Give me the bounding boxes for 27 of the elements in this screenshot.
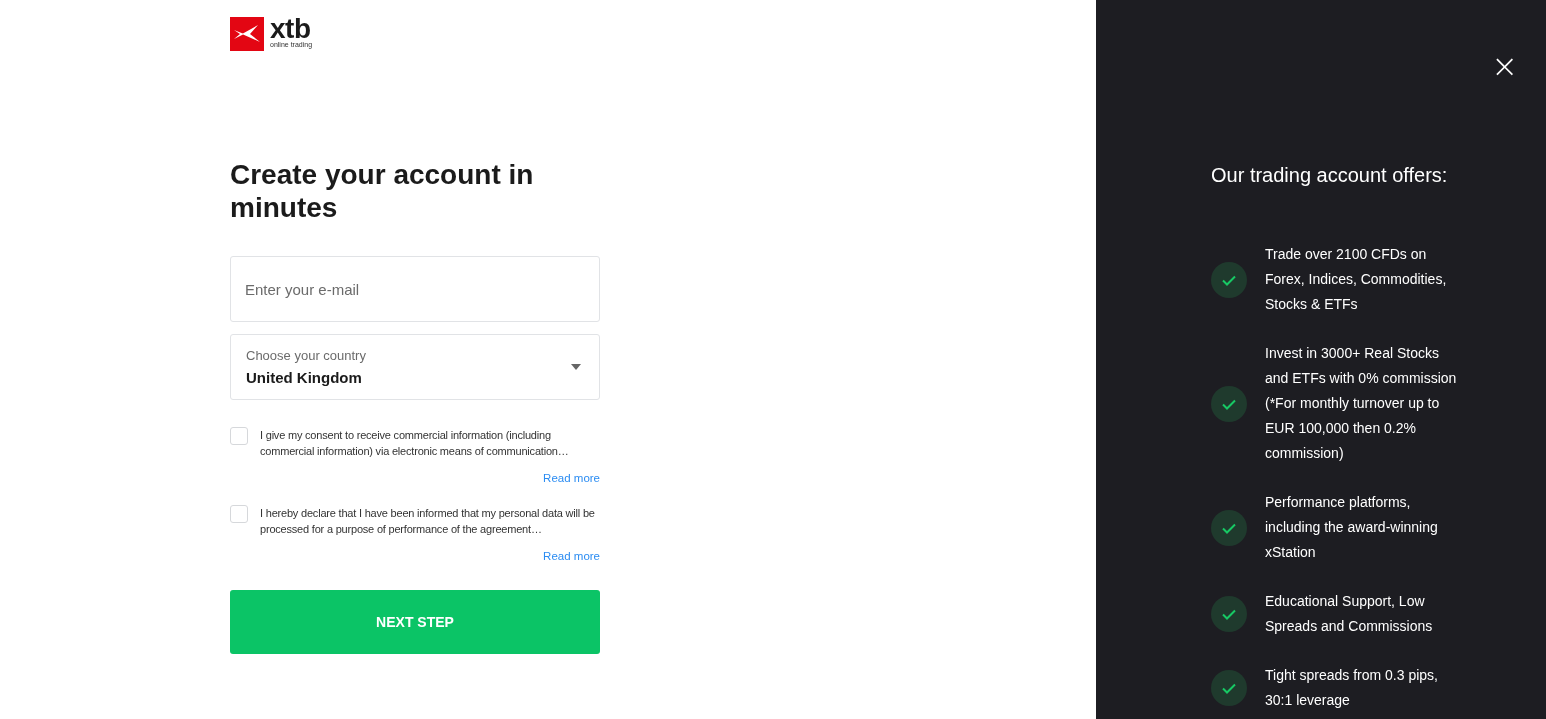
- email-field[interactable]: Enter your e-mail: [230, 256, 600, 322]
- offer-text: Tight spreads from 0.3 pips, 30:1 leverage: [1265, 666, 1439, 710]
- offer-text: Educational Support, Low Spreads and Commissions: [1265, 592, 1434, 636]
- check-icon: [1211, 670, 1247, 706]
- check-icon: [1211, 509, 1247, 546]
- country-label: Choose your country: [246, 348, 366, 363]
- checkbox[interactable]: [230, 505, 248, 523]
- offer-text: Invest in 3000+ Real Stocks and ETFs with 0% commission (*For monthly turnover up to EUR 100,000 then 0.2% commission): [1265, 344, 1457, 463]
- country-select[interactable]: Choose your country United Kingdom: [230, 334, 600, 400]
- consent-text: I hereby declare that I have been informed that my personal data will be processed for a purpose of performance of the agreement…: [260, 506, 596, 537]
- offer-text: Performance platforms, including the award-winning xStation: [1265, 493, 1439, 562]
- check-icon: [1211, 596, 1247, 632]
- read-more-link[interactable]: Read more: [543, 472, 600, 484]
- country-value: United Kingdom: [246, 369, 363, 386]
- caret-icon: [571, 364, 581, 370]
- form-title: Create your account in minutes: [230, 158, 535, 224]
- next-step-button[interactable]: NEXT STEP: [230, 590, 600, 654]
- brand-name: xtb: [270, 17, 311, 41]
- read-more-link[interactable]: Read more: [543, 550, 600, 562]
- logo-icon: [230, 17, 264, 51]
- close-button[interactable]: ×: [1491, 52, 1518, 80]
- check-icon: [1211, 261, 1247, 298]
- consent-text: I give my consent to receive commercial information (including commercial information) via electronic means of communication…: [260, 428, 570, 459]
- checkbox[interactable]: [230, 427, 248, 445]
- offer-text: Trade over 2100 CFDs on Forex, Indices, Commodities, Stocks & ETFs: [1265, 245, 1448, 314]
- check-icon: [1211, 385, 1247, 422]
- panel-title: Our trading account offers:: [1211, 163, 1449, 188]
